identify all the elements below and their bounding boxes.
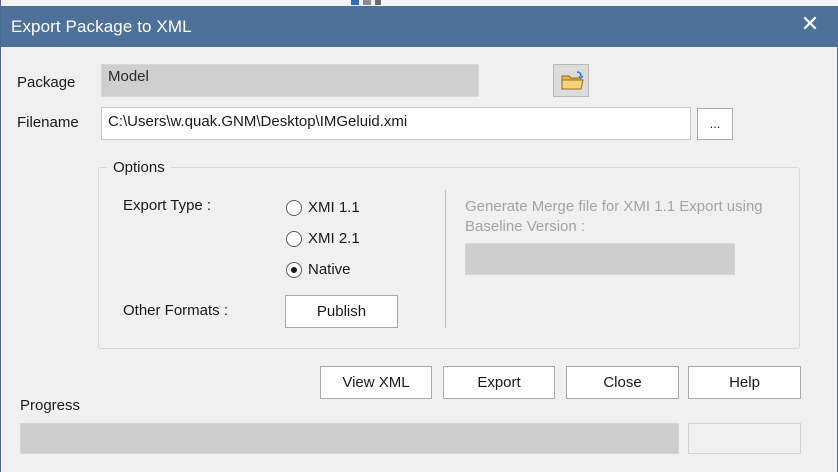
- publish-button[interactable]: Publish: [285, 295, 398, 328]
- filename-label: Filename: [17, 114, 79, 131]
- close-icon[interactable]: ✕: [797, 12, 823, 38]
- radio-circle-icon: [286, 200, 302, 216]
- radio-label: Native: [308, 261, 351, 278]
- other-formats-label: Other Formats :: [123, 302, 229, 319]
- radio-circle-icon: [286, 231, 302, 247]
- strip-mark-icon: [363, 0, 371, 5]
- dialog-title: Export Package to XML: [11, 17, 192, 36]
- options-group-title: Options: [107, 159, 171, 176]
- title-bar[interactable]: Export Package to XML ✕: [1, 0, 838, 47]
- options-divider: [445, 190, 446, 328]
- browse-filename-button[interactable]: ...: [697, 108, 733, 140]
- folder-icon: [561, 71, 584, 90]
- progress-bar: [20, 423, 679, 454]
- view-xml-button[interactable]: View XML: [320, 366, 432, 399]
- package-label: Package: [17, 74, 76, 91]
- help-button[interactable]: Help: [688, 366, 801, 399]
- baseline-version-select: [465, 243, 735, 275]
- merge-label-line2: Baseline Version :: [465, 218, 586, 235]
- strip-mark-icon: [375, 0, 381, 5]
- merge-label-line1: Generate Merge file for XMI 1.1 Export u…: [465, 198, 763, 215]
- progress-status: [688, 423, 801, 454]
- title-bar-top-strip: [1, 0, 838, 6]
- close-button[interactable]: Close: [566, 366, 679, 399]
- filename-input[interactable]: C:\Users\w.quak.GNM\Desktop\IMGeluid.xmi: [101, 107, 691, 140]
- radio-label: XMI 1.1: [308, 199, 360, 216]
- browse-package-button[interactable]: [553, 64, 589, 97]
- export-package-dialog: Export Package to XML ✕ Package Model Fi…: [0, 0, 838, 472]
- export-type-label: Export Type :: [123, 197, 212, 214]
- package-field: Model: [101, 64, 479, 97]
- radio-selected-icon: [286, 262, 302, 278]
- export-button[interactable]: Export: [443, 366, 555, 399]
- radio-label: XMI 2.1: [308, 230, 360, 247]
- progress-label: Progress: [20, 397, 81, 414]
- strip-mark-icon: [351, 0, 359, 5]
